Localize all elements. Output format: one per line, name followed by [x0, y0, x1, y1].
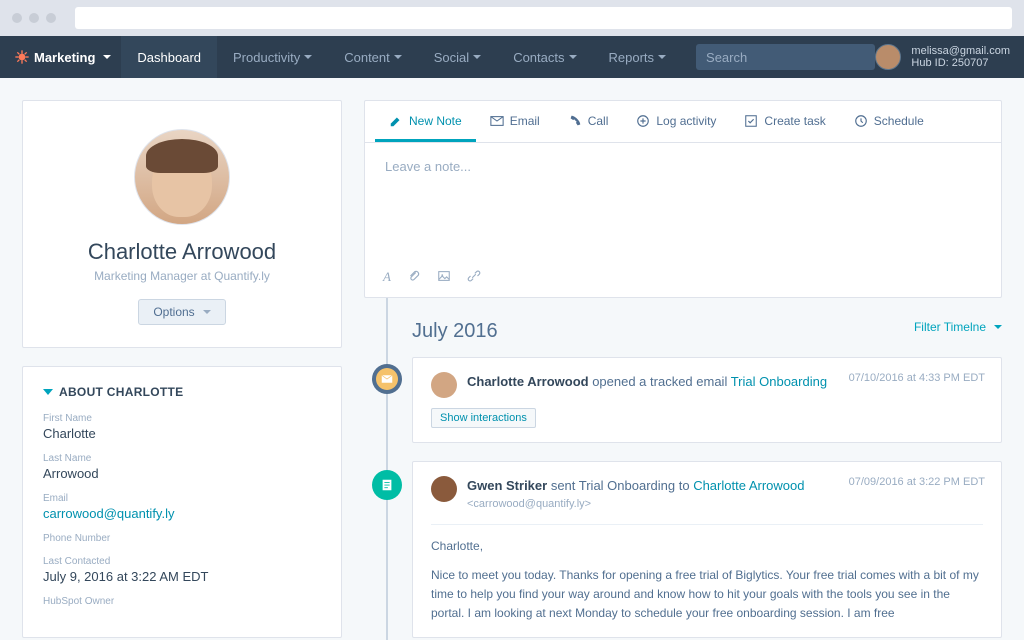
chevron-down-icon	[473, 55, 481, 59]
chevron-down-icon	[569, 55, 577, 59]
tab-log-activity[interactable]: Log activity	[622, 101, 730, 142]
window-dot	[12, 13, 22, 23]
tab-schedule[interactable]: Schedule	[840, 101, 938, 142]
composer-card: New Note Email Call Log activity Create …	[364, 100, 1002, 298]
timeline-node-doc	[372, 470, 402, 500]
timeline-text: Gwen Striker sent Trial Onboarding to Ch…	[467, 476, 804, 496]
plus-circle-icon	[636, 114, 650, 128]
nav-item-reports[interactable]: Reports	[593, 36, 683, 78]
field-first-name[interactable]: First NameCharlotte	[43, 413, 321, 441]
brand-label: Marketing	[34, 50, 95, 65]
timeline-timestamp: 07/09/2016 at 3:22 PM EDT	[849, 476, 985, 488]
account-area[interactable]: melissa@gmail.com Hub ID: 250707	[875, 44, 1024, 70]
top-nav: Marketing Dashboard Productivity Content…	[0, 36, 1024, 78]
browser-chrome	[0, 0, 1024, 36]
profile-card: Charlotte Arrowood Marketing Manager at …	[22, 100, 342, 348]
url-bar[interactable]	[75, 7, 1012, 29]
timeline-timestamp: 07/10/2016 at 4:33 PM EDT	[849, 372, 985, 384]
clock-icon	[854, 114, 868, 128]
note-textarea[interactable]: Leave a note...	[365, 143, 1001, 263]
format-text-icon[interactable]: A	[383, 269, 391, 285]
nav-item-contacts[interactable]: Contacts	[497, 36, 592, 78]
contact-name: Charlotte Arrowood	[88, 239, 276, 265]
envelope-icon	[490, 114, 504, 128]
contact-avatar	[134, 129, 230, 225]
pencil-icon	[389, 114, 403, 128]
contact-subtitle: Marketing Manager at Quantify.ly	[94, 269, 270, 283]
envelope-icon	[381, 373, 393, 385]
nav-item-content[interactable]: Content	[328, 36, 418, 78]
global-search[interactable]: Search	[696, 44, 875, 70]
timeline-line	[386, 298, 388, 640]
chevron-down-icon	[994, 325, 1002, 329]
field-hubspot-owner[interactable]: HubSpot Owner	[43, 596, 321, 607]
note-toolbar: A	[365, 263, 1001, 297]
image-icon[interactable]	[437, 269, 451, 285]
show-interactions-button[interactable]: Show interactions	[431, 408, 536, 428]
field-last-name[interactable]: Last NameArrowood	[43, 453, 321, 481]
chevron-down-icon	[394, 55, 402, 59]
tab-call[interactable]: Call	[554, 101, 623, 142]
check-square-icon	[744, 114, 758, 128]
field-email[interactable]: Emailcarrowood@quantify.ly	[43, 493, 321, 521]
options-button[interactable]: Options	[138, 299, 225, 325]
timeline-item-email-sent[interactable]: 07/09/2016 at 3:22 PM EDT Gwen Striker s…	[412, 461, 1002, 638]
timeline-item-email-open[interactable]: 07/10/2016 at 4:33 PM EDT Charlotte Arro…	[412, 357, 1002, 443]
timeline-sub: <carrowood@quantify.ly>	[467, 498, 804, 510]
window-dot	[29, 13, 39, 23]
timeline: July 2016 Filter Timelne 07/10/2016 at 4…	[364, 298, 1002, 640]
nav-item-social[interactable]: Social	[418, 36, 497, 78]
chevron-down-icon	[203, 310, 211, 314]
tab-email[interactable]: Email	[476, 101, 554, 142]
timeline-text: Charlotte Arrowood opened a tracked emai…	[467, 372, 827, 392]
composer-tabs: New Note Email Call Log activity Create …	[365, 101, 1001, 143]
timeline-node-mail	[372, 364, 402, 394]
brand[interactable]: Marketing	[0, 49, 121, 65]
nav-item-dashboard[interactable]: Dashboard	[121, 36, 217, 78]
triangle-down-icon	[43, 389, 53, 395]
phone-icon	[568, 114, 582, 128]
window-dot	[46, 13, 56, 23]
about-heading[interactable]: ABOUT CHARLOTTE	[43, 385, 321, 399]
field-last-contacted[interactable]: Last ContactedJuly 9, 2016 at 3:22 AM ED…	[43, 556, 321, 584]
filter-timeline[interactable]: Filter Timelne	[914, 320, 1002, 334]
nav-item-productivity[interactable]: Productivity	[217, 36, 328, 78]
email-body: Charlotte, Nice to meet you today. Thank…	[431, 524, 983, 624]
chevron-down-icon	[103, 55, 111, 59]
tab-new-note[interactable]: New Note	[375, 101, 476, 142]
link-icon[interactable]	[467, 269, 481, 285]
chevron-down-icon	[658, 55, 666, 59]
tab-create-task[interactable]: Create task	[730, 101, 839, 142]
attachment-icon[interactable]	[407, 269, 421, 285]
about-card: ABOUT CHARLOTTE First NameCharlotte Last…	[22, 366, 342, 638]
user-email: melissa@gmail.com	[911, 45, 1010, 57]
sprocket-icon	[14, 49, 30, 65]
hub-id: Hub ID: 250707	[911, 57, 1010, 69]
avatar	[875, 44, 901, 70]
field-phone[interactable]: Phone Number	[43, 533, 321, 544]
document-icon	[380, 478, 394, 492]
nav-items: Dashboard Productivity Content Social Co…	[121, 36, 682, 78]
avatar	[431, 476, 457, 502]
chevron-down-icon	[304, 55, 312, 59]
avatar	[431, 372, 457, 398]
